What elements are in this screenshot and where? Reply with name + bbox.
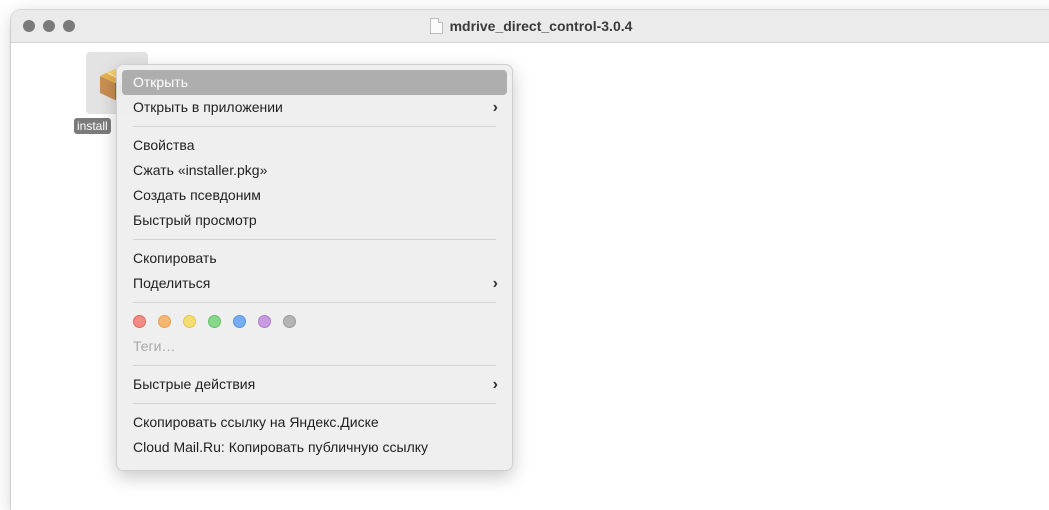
tag-blue-dot[interactable] <box>233 315 246 328</box>
tag-red-dot[interactable] <box>133 315 146 328</box>
tag-yellow-dot[interactable] <box>183 315 196 328</box>
menu-separator <box>133 239 496 240</box>
title-bar: mdrive_direct_control-3.0.4 <box>11 10 1049 43</box>
menu-item-open[interactable]: Открыть <box>122 70 507 95</box>
menu-item-properties[interactable]: Свойства <box>122 133 507 158</box>
document-icon <box>429 18 443 34</box>
chevron-right-icon: › <box>492 99 498 116</box>
file-name-label[interactable]: install <box>74 118 111 134</box>
menu-item-label: Скопировать <box>133 250 217 266</box>
menu-item-copy[interactable]: Скопировать <box>122 246 507 271</box>
menu-item-label: Быстрые действия <box>133 376 256 392</box>
tag-purple-dot[interactable] <box>258 315 271 328</box>
window-title: mdrive_direct_control-3.0.4 <box>449 18 633 34</box>
menu-item-label: Быстрый просмотр <box>133 212 257 228</box>
menu-separator <box>133 302 496 303</box>
menu-item-compress[interactable]: Сжать «installer.pkg» <box>122 158 507 183</box>
menu-item-label: Поделиться <box>133 275 211 291</box>
chevron-right-icon: › <box>492 275 498 292</box>
menu-item-label: Теги… <box>133 338 176 354</box>
menu-item-label: Cloud Mail.Ru: Копировать публичную ссыл… <box>133 439 429 455</box>
menu-item-open-with[interactable]: Открыть в приложении › <box>122 95 507 120</box>
window-title-group: mdrive_direct_control-3.0.4 <box>11 10 1049 42</box>
menu-item-quick-actions[interactable]: Быстрые действия › <box>122 372 507 397</box>
menu-item-cloud-mail-link[interactable]: Cloud Mail.Ru: Копировать публичную ссыл… <box>122 435 507 460</box>
menu-item-label: Скопировать ссылку на Яндекс.Диске <box>133 414 379 430</box>
menu-separator <box>133 403 496 404</box>
tag-green-dot[interactable] <box>208 315 221 328</box>
chevron-right-icon: › <box>492 376 498 393</box>
menu-item-make-alias[interactable]: Создать псевдоним <box>122 183 507 208</box>
menu-item-label: Свойства <box>133 137 195 153</box>
tag-color-row <box>122 309 507 334</box>
tag-gray-dot[interactable] <box>283 315 296 328</box>
menu-item-label: Создать псевдоним <box>133 187 261 203</box>
menu-item-label: Открыть <box>133 74 188 90</box>
menu-item-label: Открыть в приложении <box>133 99 283 115</box>
menu-item-label: Сжать «installer.pkg» <box>133 162 268 178</box>
menu-item-share[interactable]: Поделиться › <box>122 271 507 296</box>
menu-item-quick-look[interactable]: Быстрый просмотр <box>122 208 507 233</box>
menu-separator <box>133 126 496 127</box>
context-menu: Открыть Открыть в приложении › Свойства С… <box>116 64 513 471</box>
menu-item-tags[interactable]: Теги… <box>122 334 507 359</box>
menu-separator <box>133 365 496 366</box>
tag-orange-dot[interactable] <box>158 315 171 328</box>
menu-item-yandex-link[interactable]: Скопировать ссылку на Яндекс.Диске <box>122 410 507 435</box>
